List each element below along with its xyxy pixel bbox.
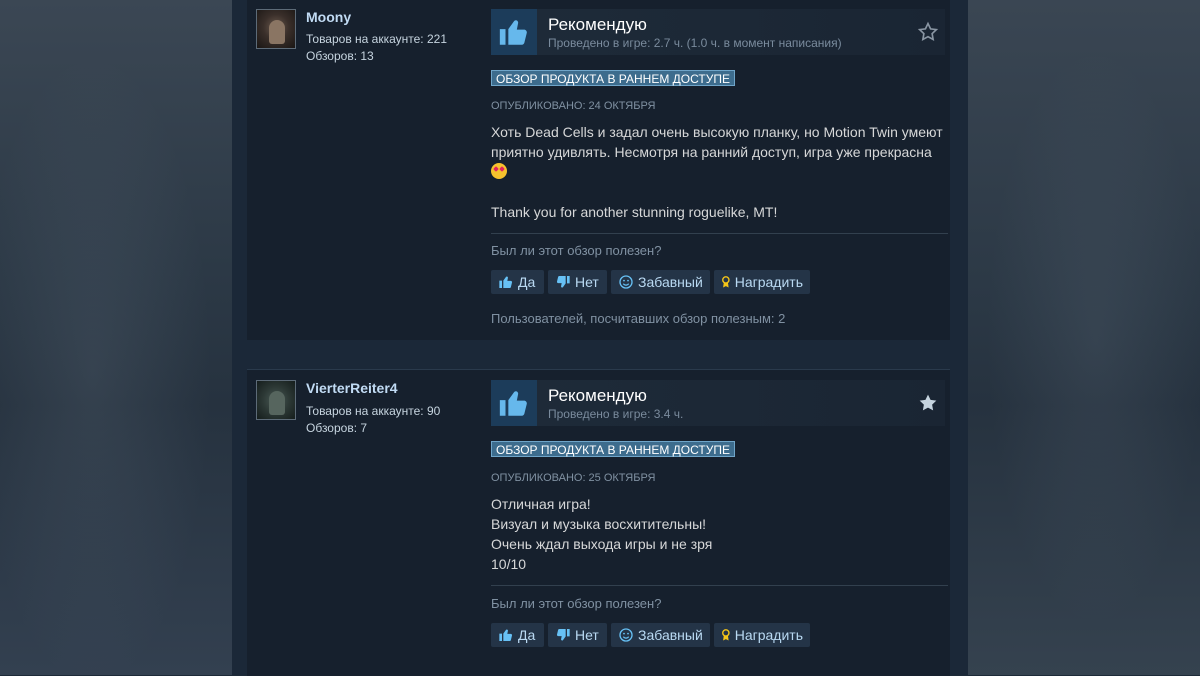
vote-no-button[interactable]: Нет xyxy=(548,623,607,647)
review-body: Отличная игра! Визуал и музыка восхитите… xyxy=(491,494,947,574)
avatar[interactable] xyxy=(256,9,296,49)
review-line: Визуал и музыка восхитительны! xyxy=(491,516,707,532)
thumbs-down-icon xyxy=(556,629,570,641)
award-ribbon-icon xyxy=(722,276,730,288)
divider xyxy=(491,233,948,234)
posted-date: Опубликовано: 24 октября xyxy=(491,100,656,112)
award-button[interactable]: Наградить xyxy=(714,623,810,647)
early-access-badge: Обзор продукта в раннем доступе xyxy=(491,70,735,86)
award-label: Наградить xyxy=(734,627,803,643)
vote-no-label: Нет xyxy=(575,627,599,643)
award-label: Наградить xyxy=(734,274,803,290)
author-name[interactable]: VierterReiter4 xyxy=(306,380,398,396)
vote-funny-label: Забавный xyxy=(638,627,703,643)
award-button[interactable]: Наградить xyxy=(714,270,810,294)
review-card: Moony Товаров на аккаунте: 221 Обзоров: … xyxy=(247,0,950,340)
helpful-question: Был ли этот обзор полезен? xyxy=(491,596,662,611)
thumbs-up-icon xyxy=(499,629,513,641)
helpful-question: Был ли этот обзор полезен? xyxy=(491,243,662,258)
recommendation-label: Рекомендую xyxy=(548,386,647,405)
playtime: Проведено в игре: 3.4 ч. xyxy=(548,407,684,421)
vote-funny-label: Забавный xyxy=(638,274,703,290)
review-line: 10/10 xyxy=(491,556,527,572)
review-line: Очень ждал выхода игры и не зря xyxy=(491,536,713,552)
thumbs-up-icon xyxy=(491,9,537,55)
author-reviews-count[interactable]: Обзоров: 7 xyxy=(306,421,367,435)
star-filled-icon[interactable] xyxy=(917,392,939,414)
avatar[interactable] xyxy=(256,380,296,420)
star-outline-icon[interactable] xyxy=(917,21,939,43)
vote-funny-button[interactable]: Забавный xyxy=(611,270,710,294)
smiley-icon xyxy=(619,275,633,289)
thumbs-up-icon xyxy=(491,380,537,426)
vote-no-button[interactable]: Нет xyxy=(548,270,607,294)
review-paragraph: Thank you for another stunning roguelike… xyxy=(491,204,778,220)
review-card: VierterReiter4 Товаров на аккаунте: 90 О… xyxy=(247,369,950,676)
smiley-icon xyxy=(619,628,633,642)
author-name[interactable]: Moony xyxy=(306,9,351,25)
recommendation-label: Рекомендую xyxy=(548,15,647,34)
vote-header[interactable]: Рекомендую Проведено в игре: 3.4 ч. xyxy=(491,380,945,426)
review-body: Хоть Dead Cells и задал очень высокую пл… xyxy=(491,122,947,222)
helpful-count: Пользователей, посчитавших обзор полезны… xyxy=(491,311,786,326)
vote-yes-label: Да xyxy=(518,274,536,290)
early-access-badge: Обзор продукта в раннем доступе xyxy=(491,441,735,457)
award-ribbon-icon xyxy=(722,629,730,641)
author-reviews-count[interactable]: Обзоров: 13 xyxy=(306,49,374,63)
thumbs-up-icon xyxy=(499,276,513,288)
vote-no-label: Нет xyxy=(575,274,599,290)
playtime: Проведено в игре: 2.7 ч. (1.0 ч. в момен… xyxy=(548,36,842,50)
thumbs-down-icon xyxy=(556,276,570,288)
posted-date: Опубликовано: 25 октября xyxy=(491,472,656,484)
vote-header[interactable]: Рекомендую Проведено в игре: 2.7 ч. (1.0… xyxy=(491,9,945,55)
background-left xyxy=(0,0,232,675)
author-products-count[interactable]: Товаров на аккаунте: 221 xyxy=(306,32,447,46)
vote-yes-button[interactable]: Да xyxy=(491,623,544,647)
star-struck-emoji-icon xyxy=(491,163,507,179)
review-line: Отличная игра! xyxy=(491,496,591,512)
author-products-count[interactable]: Товаров на аккаунте: 90 xyxy=(306,404,440,418)
review-paragraph: Хоть Dead Cells и задал очень высокую пл… xyxy=(491,122,947,182)
vote-funny-button[interactable]: Забавный xyxy=(611,623,710,647)
divider xyxy=(491,585,948,586)
vote-yes-button[interactable]: Да xyxy=(491,270,544,294)
background-right xyxy=(968,0,1200,675)
vote-yes-label: Да xyxy=(518,627,536,643)
